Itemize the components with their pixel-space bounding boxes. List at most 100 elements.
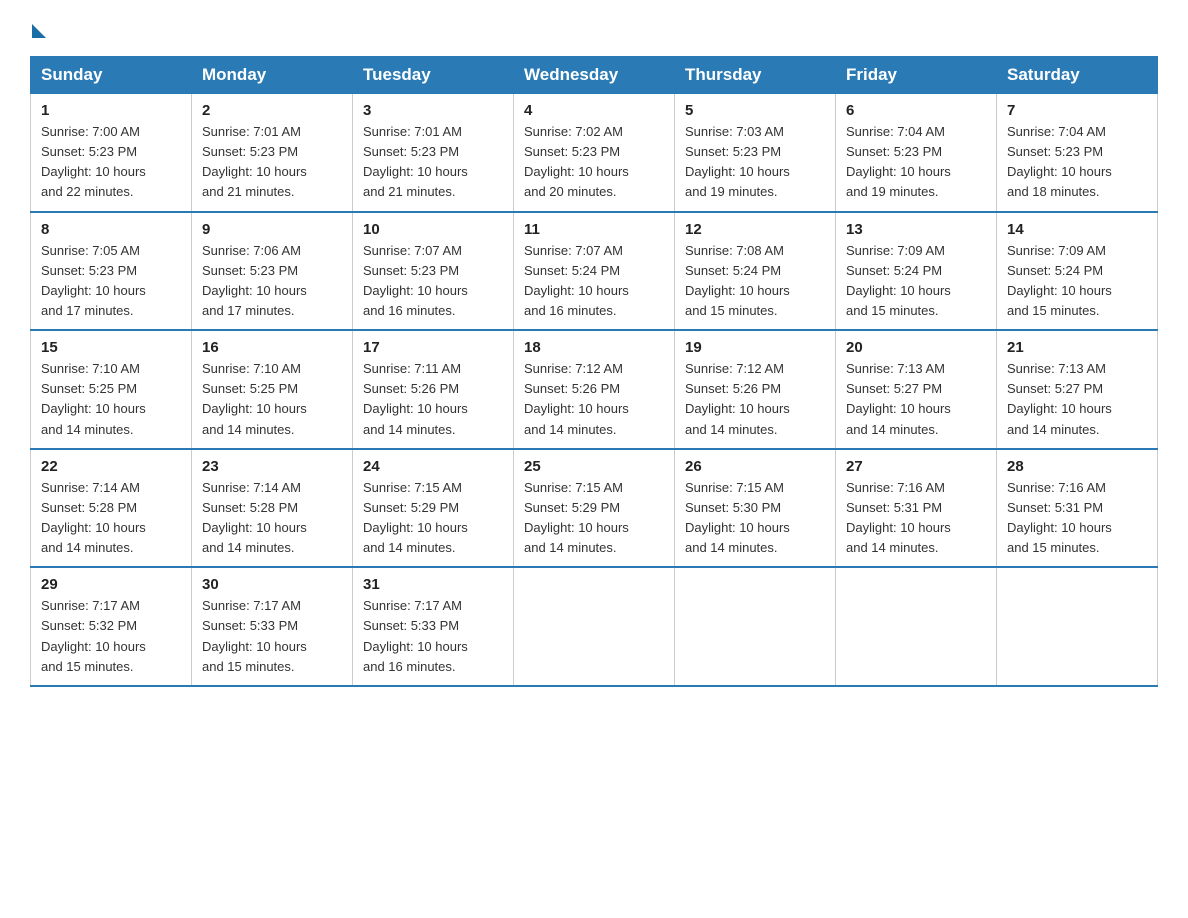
column-header-wednesday: Wednesday	[514, 57, 675, 94]
calendar-cell: 28 Sunrise: 7:16 AM Sunset: 5:31 PM Dayl…	[997, 449, 1158, 568]
day-number: 11	[524, 221, 664, 238]
day-info: Sunrise: 7:04 AM Sunset: 5:23 PM Dayligh…	[846, 122, 986, 203]
calendar-cell: 7 Sunrise: 7:04 AM Sunset: 5:23 PM Dayli…	[997, 94, 1158, 212]
calendar-cell: 1 Sunrise: 7:00 AM Sunset: 5:23 PM Dayli…	[31, 94, 192, 212]
calendar-cell: 20 Sunrise: 7:13 AM Sunset: 5:27 PM Dayl…	[836, 330, 997, 449]
calendar-cell: 6 Sunrise: 7:04 AM Sunset: 5:23 PM Dayli…	[836, 94, 997, 212]
day-info: Sunrise: 7:15 AM Sunset: 5:29 PM Dayligh…	[524, 478, 664, 559]
day-number: 4	[524, 102, 664, 119]
day-number: 6	[846, 102, 986, 119]
day-number: 26	[685, 458, 825, 475]
day-info: Sunrise: 7:14 AM Sunset: 5:28 PM Dayligh…	[202, 478, 342, 559]
day-number: 21	[1007, 339, 1147, 356]
calendar-week-row: 15 Sunrise: 7:10 AM Sunset: 5:25 PM Dayl…	[31, 330, 1158, 449]
day-number: 5	[685, 102, 825, 119]
calendar-cell: 2 Sunrise: 7:01 AM Sunset: 5:23 PM Dayli…	[192, 94, 353, 212]
day-number: 17	[363, 339, 503, 356]
calendar-cell: 12 Sunrise: 7:08 AM Sunset: 5:24 PM Dayl…	[675, 212, 836, 331]
column-header-friday: Friday	[836, 57, 997, 94]
calendar-week-row: 8 Sunrise: 7:05 AM Sunset: 5:23 PM Dayli…	[31, 212, 1158, 331]
day-number: 15	[41, 339, 181, 356]
day-number: 19	[685, 339, 825, 356]
day-info: Sunrise: 7:17 AM Sunset: 5:33 PM Dayligh…	[202, 596, 342, 677]
day-info: Sunrise: 7:09 AM Sunset: 5:24 PM Dayligh…	[1007, 241, 1147, 322]
day-info: Sunrise: 7:14 AM Sunset: 5:28 PM Dayligh…	[41, 478, 181, 559]
column-header-sunday: Sunday	[31, 57, 192, 94]
calendar-table: SundayMondayTuesdayWednesdayThursdayFrid…	[30, 56, 1158, 687]
day-info: Sunrise: 7:17 AM Sunset: 5:33 PM Dayligh…	[363, 596, 503, 677]
logo-arrow-icon	[32, 24, 46, 38]
day-info: Sunrise: 7:16 AM Sunset: 5:31 PM Dayligh…	[1007, 478, 1147, 559]
calendar-cell: 22 Sunrise: 7:14 AM Sunset: 5:28 PM Dayl…	[31, 449, 192, 568]
day-info: Sunrise: 7:15 AM Sunset: 5:29 PM Dayligh…	[363, 478, 503, 559]
calendar-cell: 16 Sunrise: 7:10 AM Sunset: 5:25 PM Dayl…	[192, 330, 353, 449]
day-number: 13	[846, 221, 986, 238]
calendar-cell: 23 Sunrise: 7:14 AM Sunset: 5:28 PM Dayl…	[192, 449, 353, 568]
day-number: 10	[363, 221, 503, 238]
day-number: 25	[524, 458, 664, 475]
calendar-cell: 17 Sunrise: 7:11 AM Sunset: 5:26 PM Dayl…	[353, 330, 514, 449]
day-info: Sunrise: 7:04 AM Sunset: 5:23 PM Dayligh…	[1007, 122, 1147, 203]
day-number: 20	[846, 339, 986, 356]
day-number: 22	[41, 458, 181, 475]
day-info: Sunrise: 7:02 AM Sunset: 5:23 PM Dayligh…	[524, 122, 664, 203]
day-info: Sunrise: 7:13 AM Sunset: 5:27 PM Dayligh…	[846, 359, 986, 440]
day-info: Sunrise: 7:08 AM Sunset: 5:24 PM Dayligh…	[685, 241, 825, 322]
day-info: Sunrise: 7:10 AM Sunset: 5:25 PM Dayligh…	[41, 359, 181, 440]
page-header	[30, 20, 1158, 38]
day-info: Sunrise: 7:12 AM Sunset: 5:26 PM Dayligh…	[685, 359, 825, 440]
calendar-cell: 31 Sunrise: 7:17 AM Sunset: 5:33 PM Dayl…	[353, 567, 514, 686]
day-number: 12	[685, 221, 825, 238]
calendar-cell: 27 Sunrise: 7:16 AM Sunset: 5:31 PM Dayl…	[836, 449, 997, 568]
calendar-cell: 24 Sunrise: 7:15 AM Sunset: 5:29 PM Dayl…	[353, 449, 514, 568]
day-number: 30	[202, 576, 342, 593]
day-number: 8	[41, 221, 181, 238]
day-number: 18	[524, 339, 664, 356]
day-number: 2	[202, 102, 342, 119]
day-info: Sunrise: 7:05 AM Sunset: 5:23 PM Dayligh…	[41, 241, 181, 322]
calendar-week-row: 1 Sunrise: 7:00 AM Sunset: 5:23 PM Dayli…	[31, 94, 1158, 212]
calendar-cell: 15 Sunrise: 7:10 AM Sunset: 5:25 PM Dayl…	[31, 330, 192, 449]
column-header-thursday: Thursday	[675, 57, 836, 94]
calendar-cell: 10 Sunrise: 7:07 AM Sunset: 5:23 PM Dayl…	[353, 212, 514, 331]
calendar-cell: 8 Sunrise: 7:05 AM Sunset: 5:23 PM Dayli…	[31, 212, 192, 331]
day-info: Sunrise: 7:09 AM Sunset: 5:24 PM Dayligh…	[846, 241, 986, 322]
day-info: Sunrise: 7:01 AM Sunset: 5:23 PM Dayligh…	[363, 122, 503, 203]
day-info: Sunrise: 7:10 AM Sunset: 5:25 PM Dayligh…	[202, 359, 342, 440]
day-info: Sunrise: 7:01 AM Sunset: 5:23 PM Dayligh…	[202, 122, 342, 203]
calendar-cell: 25 Sunrise: 7:15 AM Sunset: 5:29 PM Dayl…	[514, 449, 675, 568]
calendar-cell: 13 Sunrise: 7:09 AM Sunset: 5:24 PM Dayl…	[836, 212, 997, 331]
calendar-week-row: 22 Sunrise: 7:14 AM Sunset: 5:28 PM Dayl…	[31, 449, 1158, 568]
column-header-tuesday: Tuesday	[353, 57, 514, 94]
calendar-cell	[514, 567, 675, 686]
calendar-cell	[997, 567, 1158, 686]
calendar-cell: 21 Sunrise: 7:13 AM Sunset: 5:27 PM Dayl…	[997, 330, 1158, 449]
calendar-week-row: 29 Sunrise: 7:17 AM Sunset: 5:32 PM Dayl…	[31, 567, 1158, 686]
day-number: 14	[1007, 221, 1147, 238]
day-info: Sunrise: 7:00 AM Sunset: 5:23 PM Dayligh…	[41, 122, 181, 203]
calendar-cell: 5 Sunrise: 7:03 AM Sunset: 5:23 PM Dayli…	[675, 94, 836, 212]
calendar-cell: 9 Sunrise: 7:06 AM Sunset: 5:23 PM Dayli…	[192, 212, 353, 331]
day-info: Sunrise: 7:07 AM Sunset: 5:24 PM Dayligh…	[524, 241, 664, 322]
day-info: Sunrise: 7:17 AM Sunset: 5:32 PM Dayligh…	[41, 596, 181, 677]
calendar-cell: 18 Sunrise: 7:12 AM Sunset: 5:26 PM Dayl…	[514, 330, 675, 449]
day-number: 24	[363, 458, 503, 475]
day-number: 1	[41, 102, 181, 119]
calendar-cell: 11 Sunrise: 7:07 AM Sunset: 5:24 PM Dayl…	[514, 212, 675, 331]
day-info: Sunrise: 7:03 AM Sunset: 5:23 PM Dayligh…	[685, 122, 825, 203]
day-info: Sunrise: 7:16 AM Sunset: 5:31 PM Dayligh…	[846, 478, 986, 559]
day-info: Sunrise: 7:13 AM Sunset: 5:27 PM Dayligh…	[1007, 359, 1147, 440]
day-number: 27	[846, 458, 986, 475]
day-number: 7	[1007, 102, 1147, 119]
day-info: Sunrise: 7:12 AM Sunset: 5:26 PM Dayligh…	[524, 359, 664, 440]
day-info: Sunrise: 7:15 AM Sunset: 5:30 PM Dayligh…	[685, 478, 825, 559]
calendar-cell: 30 Sunrise: 7:17 AM Sunset: 5:33 PM Dayl…	[192, 567, 353, 686]
calendar-cell: 26 Sunrise: 7:15 AM Sunset: 5:30 PM Dayl…	[675, 449, 836, 568]
day-number: 31	[363, 576, 503, 593]
calendar-cell: 14 Sunrise: 7:09 AM Sunset: 5:24 PM Dayl…	[997, 212, 1158, 331]
calendar-cell: 4 Sunrise: 7:02 AM Sunset: 5:23 PM Dayli…	[514, 94, 675, 212]
calendar-cell: 29 Sunrise: 7:17 AM Sunset: 5:32 PM Dayl…	[31, 567, 192, 686]
day-number: 23	[202, 458, 342, 475]
day-number: 9	[202, 221, 342, 238]
logo	[30, 20, 46, 38]
